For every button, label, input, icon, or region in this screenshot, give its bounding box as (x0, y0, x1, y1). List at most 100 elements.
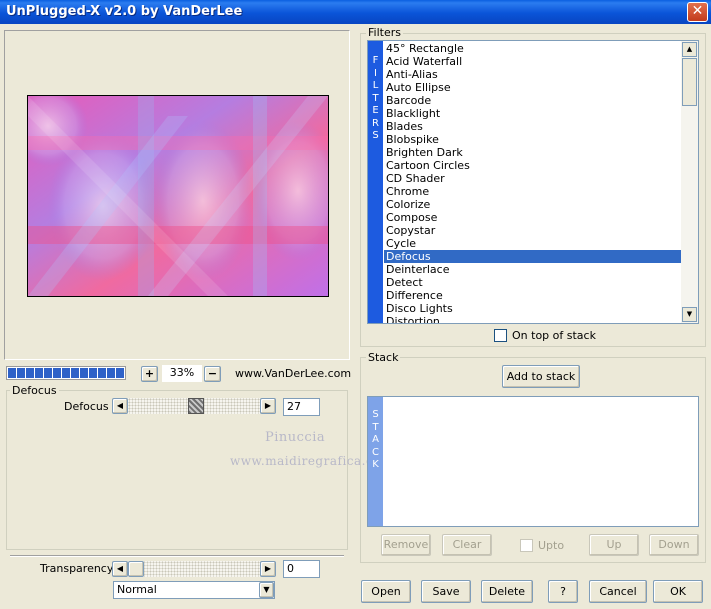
filters-group-label: Filters (366, 26, 403, 39)
filters-side-label: FILTERS (368, 41, 383, 323)
filter-item[interactable]: Barcode (384, 94, 681, 107)
progress-block (35, 368, 43, 378)
filter-item[interactable]: Difference (384, 289, 681, 302)
clear-button[interactable]: Clear (442, 534, 492, 556)
scroll-up-icon[interactable]: ▲ (682, 42, 697, 57)
chevron-down-icon[interactable]: ▼ (259, 582, 274, 598)
zoom-in-button[interactable]: + (141, 366, 158, 382)
save-button[interactable]: Save (421, 580, 471, 603)
window-title: UnPlugged-X v2.0 by VanDerLee (6, 4, 243, 19)
transparency-value-field[interactable]: 0 (283, 560, 320, 578)
defocus-decrease-button[interactable]: ◀ (112, 398, 128, 414)
open-button[interactable]: Open (361, 580, 411, 603)
side-letter: R (372, 117, 379, 129)
on-top-of-stack-label: On top of stack (512, 329, 596, 342)
filter-item[interactable]: Anti-Alias (384, 68, 681, 81)
side-letter: L (372, 80, 379, 91)
progress-bar (6, 366, 126, 380)
scroll-down-icon[interactable]: ▼ (682, 307, 697, 322)
cancel-button[interactable]: Cancel (589, 580, 647, 603)
progress-block (62, 368, 70, 378)
stack-list[interactable]: STACK (367, 396, 699, 527)
watermark-name: Pinuccia (265, 430, 326, 445)
defocus-slider[interactable] (128, 398, 260, 414)
filter-item[interactable]: Blobspike (384, 133, 681, 146)
progress-block (71, 368, 79, 378)
help-button[interactable]: ? (548, 580, 578, 603)
filter-item[interactable]: Copystar (384, 224, 681, 237)
filter-item[interactable]: Distortion (384, 315, 681, 323)
close-button[interactable]: ✕ (687, 2, 708, 22)
filter-item[interactable]: Cartoon Circles (384, 159, 681, 172)
stack-group-label: Stack (366, 351, 401, 364)
add-to-stack-button[interactable]: Add to stack (502, 365, 580, 388)
transparency-slider-thumb[interactable] (128, 561, 144, 577)
filter-item[interactable]: Blades (384, 120, 681, 133)
preview-pane (4, 30, 350, 360)
zoom-out-button[interactable]: − (204, 366, 221, 382)
progress-block (107, 368, 115, 378)
parameters-group-label: Defocus (10, 384, 59, 397)
side-letter: F (372, 55, 379, 66)
filter-item[interactable]: Detect (384, 276, 681, 289)
transparency-label: Transparency (40, 562, 114, 575)
transparency-increase-button[interactable]: ▶ (260, 561, 276, 577)
filter-item[interactable]: CD Shader (384, 172, 681, 185)
remove-button[interactable]: Remove (381, 534, 431, 556)
defocus-slider-thumb[interactable] (188, 398, 204, 414)
divider (10, 555, 344, 557)
on-top-of-stack-checkbox[interactable] (494, 329, 507, 342)
preview-image (27, 95, 329, 297)
progress-block (98, 368, 106, 378)
website-link[interactable]: www.VanDerLee.com (235, 367, 351, 380)
progress-block (44, 368, 52, 378)
side-letter: A (372, 434, 379, 445)
filter-item[interactable]: 45° Rectangle (384, 42, 681, 55)
filter-item[interactable]: Brighten Dark (384, 146, 681, 159)
delete-button[interactable]: Delete (481, 580, 533, 603)
zoom-level: 33% (162, 365, 202, 382)
side-letter: T (372, 421, 379, 433)
progress-block (8, 368, 16, 378)
blend-mode-value: Normal (117, 583, 157, 596)
left-arrow-icon: ◀ (116, 401, 124, 410)
down-button[interactable]: Down (649, 534, 699, 556)
plus-icon: + (144, 367, 155, 380)
transparency-slider[interactable] (128, 561, 260, 577)
side-letter: I (374, 67, 377, 79)
stack-side-label: STACK (368, 397, 383, 526)
filter-item[interactable]: Blacklight (384, 107, 681, 120)
filter-item[interactable]: Acid Waterfall (384, 55, 681, 68)
up-button[interactable]: Up (589, 534, 639, 556)
filter-item[interactable]: Cycle (384, 237, 681, 250)
filter-item[interactable]: Colorize (384, 198, 681, 211)
side-letter: E (372, 105, 379, 116)
upto-label: Upto (538, 539, 565, 552)
filters-list[interactable]: FILTERS 45° Rectangle Acid Waterfall Anti-… (367, 40, 699, 324)
filters-scrollbar[interactable]: ▲ ▼ (681, 41, 698, 323)
defocus-label: Defocus (64, 400, 109, 413)
scrollbar-thumb[interactable] (682, 58, 697, 106)
filter-item[interactable]: Disco Lights (384, 302, 681, 315)
side-letter: S (372, 409, 379, 420)
left-arrow-icon: ◀ (116, 564, 124, 573)
filter-item[interactable]: Auto Ellipse (384, 81, 681, 94)
right-arrow-icon: ▶ (264, 564, 272, 573)
side-letter: S (372, 130, 379, 141)
filter-item[interactable]: Deinterlace (384, 263, 681, 276)
side-letter: K (372, 459, 379, 470)
preview-pattern (28, 96, 328, 296)
progress-block (89, 368, 97, 378)
defocus-increase-button[interactable]: ▶ (260, 398, 276, 414)
upto-checkbox[interactable] (520, 539, 533, 552)
filter-item[interactable]: Compose (384, 211, 681, 224)
blend-mode-select[interactable]: Normal ▼ (113, 581, 275, 599)
title-bar: UnPlugged-X v2.0 by VanDerLee ✕ (0, 0, 711, 24)
filter-item[interactable]: Chrome (384, 185, 681, 198)
minus-icon: − (207, 367, 218, 380)
progress-block (116, 368, 124, 378)
transparency-decrease-button[interactable]: ◀ (112, 561, 128, 577)
defocus-value-field[interactable]: 27 (283, 398, 320, 416)
ok-button[interactable]: OK (653, 580, 703, 603)
filter-item[interactable]: Defocus (384, 250, 681, 263)
